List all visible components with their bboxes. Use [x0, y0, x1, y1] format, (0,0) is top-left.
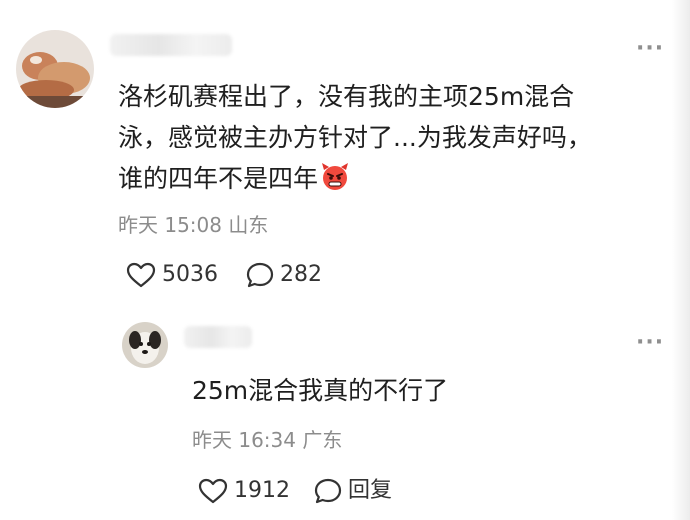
comment-text-line-1: 洛杉矶赛程出了，没有我的主项25m混合 — [118, 82, 575, 111]
replier-username-blurred[interactable] — [184, 326, 252, 348]
comment-like-count: 5036 — [162, 262, 218, 287]
comment-text-line-3: 谁的四年不是四年 — [118, 158, 350, 203]
more-icon[interactable]: ··· — [636, 332, 664, 354]
replier-avatar[interactable] — [122, 322, 168, 368]
heart-icon — [126, 262, 156, 288]
commenter-username-blurred[interactable] — [110, 34, 232, 56]
reply-like-count: 1912 — [234, 478, 290, 503]
devil-emoji-icon — [320, 161, 350, 203]
comment-reply-count-button[interactable]: 282 — [246, 262, 322, 288]
comment-text-line-3-text: 谁的四年不是四年 — [118, 164, 319, 193]
speech-bubble-icon — [314, 478, 342, 504]
commenter-avatar[interactable] — [16, 30, 94, 108]
reply-reply-button[interactable]: 回复 — [314, 478, 392, 504]
comment-like-button[interactable]: 5036 — [126, 262, 218, 288]
comment-meta: 昨天 15:08 山东 — [118, 213, 269, 237]
comment-text-line-2: 泳，感觉被主办方针对了...为我发声好吗， — [118, 123, 592, 152]
reply-text: 25m混合我真的不行了 — [192, 376, 449, 405]
more-icon[interactable]: ··· — [636, 38, 664, 60]
reply-like-button[interactable]: 1912 — [198, 478, 290, 504]
right-edge-shade — [672, 0, 690, 520]
speech-bubble-icon — [246, 262, 274, 288]
reply-reply-label: 回复 — [348, 478, 393, 503]
reply-meta: 昨天 16:34 广东 — [192, 428, 343, 452]
comment-reply-count: 282 — [280, 262, 322, 287]
heart-icon — [198, 478, 228, 504]
